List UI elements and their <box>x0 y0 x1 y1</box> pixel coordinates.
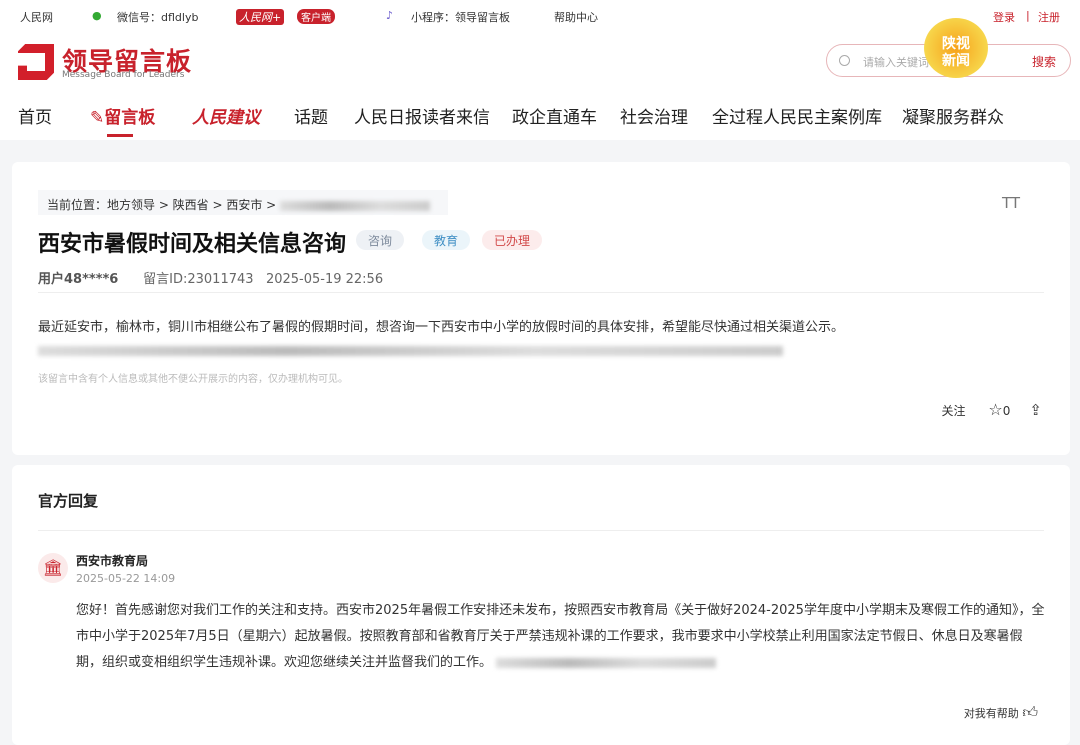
wechat-id: 微信号：dfldlyb <box>117 11 199 24</box>
reply-card: 官方回复 🏛 西安市教育局 2025-05-22 14:09 您好！首先感谢您对… <box>12 465 1070 745</box>
tag-consult: 咨询 <box>356 230 405 250</box>
message-date: 2025-05-19 22:56 <box>265 272 384 287</box>
logo-subtitle: Message Board for Leaders <box>62 70 185 80</box>
nav-democracy-cases[interactable]: 全过程人民民主案例库 <box>712 103 882 128</box>
login-link[interactable]: 登录 <box>993 9 1015 25</box>
nav-social-governance[interactable]: 社会治理 <box>620 103 688 128</box>
wechat-icon: ● <box>92 9 102 22</box>
font-size-toggle[interactable]: TT <box>1002 194 1020 212</box>
nav-home[interactable]: 首页 <box>18 103 52 128</box>
header: 人民网 ● 微信号：dfldlyb 人民网+ 客户端 ♪ 小程序：领导留言板 帮… <box>0 0 1080 140</box>
search-button[interactable]: 搜索 <box>1032 53 1056 70</box>
government-building-icon: 🏛 <box>38 553 68 583</box>
miniprogram-link[interactable]: 小程序：领导留言板 <box>411 9 510 25</box>
active-nav-indicator <box>107 134 133 137</box>
share-icon[interactable]: ⇪ <box>1029 401 1042 419</box>
help-center-link[interactable]: 帮助中心 <box>554 9 598 25</box>
edit-icon: ✎ <box>90 108 105 128</box>
nav-reader-letters[interactable]: 人民日报读者来信 <box>354 103 490 128</box>
watermark-logo: 陕视 新闻 <box>924 18 988 78</box>
nav-service[interactable]: 凝聚服务群众 <box>902 103 1004 128</box>
miniprogram-icon: ♪ <box>386 9 394 22</box>
divider <box>38 292 1044 293</box>
blurred-content <box>38 345 783 356</box>
section-title: 官方回复 <box>38 492 99 510</box>
thumbs-up-icon: 👍︎ <box>1022 703 1038 721</box>
reply-date: 2025-05-22 14:09 <box>76 572 176 585</box>
message-title: 西安市暑假时间及相关信息咨询 <box>38 232 347 257</box>
search-input[interactable]: 请输入关键词 <box>863 54 929 70</box>
search-icon <box>839 55 850 66</box>
app-logo[interactable]: 人民网+ <box>236 9 285 25</box>
message-actions: 关注 ☆0 ⇪ <box>941 400 1042 419</box>
message-id: 留言ID:23011743 <box>143 272 254 287</box>
blurred-content <box>280 200 431 211</box>
breadcrumb: 当前位置：地方领导 > 陕西省 > 西安市 > <box>38 190 448 215</box>
privacy-note: 该留言中含有个人信息或其他不便公开展示的内容，仅办理机构可见。 <box>38 374 348 385</box>
nav-topics[interactable]: 话题 <box>294 103 328 128</box>
reply-org: 西安市教育局 <box>76 554 149 568</box>
message-body: 最近延安市，榆林市，铜川市相继公布了暑假的假期时间，想咨询一下西安市中小学的放假… <box>38 316 844 358</box>
divider <box>38 530 1044 531</box>
nav-enterprise[interactable]: 政企直通车 <box>512 103 597 128</box>
message-card: 当前位置：地方领导 > 陕西省 > 西安市 > TT 西安市暑假时间及相关信息咨… <box>12 162 1070 455</box>
people-net-link[interactable]: 人民网 <box>20 9 53 25</box>
user-name: 用户48****6 <box>38 272 119 287</box>
message-text: 最近延安市，榆林市，铜川市相继公布了暑假的假期时间，想咨询一下西安市中小学的放假… <box>38 320 845 335</box>
register-link[interactable]: 注册 <box>1038 9 1060 25</box>
nav-message-board[interactable]: ✎留言板 <box>90 103 155 128</box>
app-badge[interactable]: 客户端 <box>297 9 335 24</box>
separator: | <box>1026 9 1030 22</box>
helpful-label: 对我有帮助 <box>963 707 1019 720</box>
logo-mark-icon <box>18 44 54 80</box>
tag-education: 教育 <box>422 230 471 250</box>
status-badge: 已办理 <box>482 230 543 250</box>
blurred-content <box>496 657 717 668</box>
star-count: 0 <box>1002 404 1011 418</box>
top-bar: 人民网 ● 微信号：dfldlyb 人民网+ 客户端 ♪ 小程序：领导留言板 帮… <box>0 9 1080 25</box>
nav-label: 留言板 <box>104 108 156 128</box>
reply-body: 您好！首先感谢您对我们工作的关注和支持。西安市2025年暑假工作安排还未发布，按… <box>76 598 1046 676</box>
nav-suggestions[interactable]: 人民建议 <box>192 103 260 128</box>
breadcrumb-text: 当前位置：地方领导 > 陕西省 > 西安市 > <box>47 198 277 212</box>
message-meta: 用户48****6 留言ID:23011743 2025-05-19 22:56 <box>38 268 383 287</box>
helpful-button[interactable]: 对我有帮助 👍︎ <box>964 703 1038 722</box>
star-icon[interactable]: ☆ <box>988 400 1002 419</box>
follow-button[interactable]: 关注 <box>941 404 965 418</box>
